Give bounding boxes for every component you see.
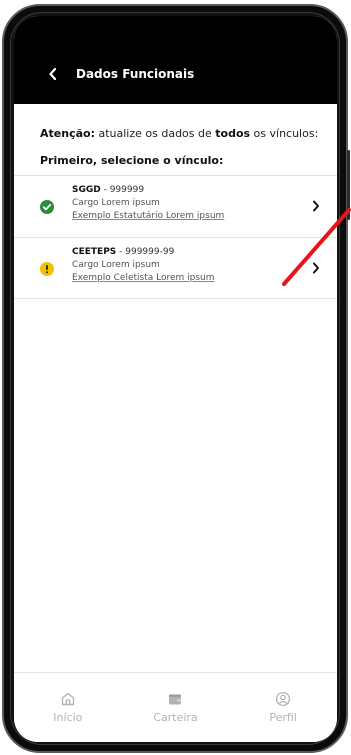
attention-emphasis: todos xyxy=(215,127,251,140)
wallet-icon xyxy=(169,694,182,705)
vinculo-cargo: Cargo Lorem ipsum xyxy=(72,260,160,270)
attention-message: Atenção: atualize os dados de todos os v… xyxy=(40,126,323,141)
vinculo-title: SGGD - 999999 xyxy=(72,184,224,197)
vinculo-item-sggd[interactable]: SGGD - 999999 Cargo Lorem ipsum Exemplo … xyxy=(14,175,337,237)
select-instruction: Primeiro, selecione o vínculo: xyxy=(40,154,224,167)
nav-item-inicio[interactable]: Início xyxy=(23,691,113,724)
warning-circle-icon xyxy=(40,262,54,276)
home-icon xyxy=(61,692,75,706)
bottom-navigation: Início Carteira Perfil xyxy=(14,672,337,742)
attention-text-2: os vínculos: xyxy=(250,127,319,140)
nav-label: Perfil xyxy=(269,711,297,724)
chevron-right-icon xyxy=(313,262,319,274)
attention-text-1: atualize os dados de xyxy=(94,127,216,140)
vinculo-info: CEETEPS - 999999-99 Cargo Lorem ipsum Ex… xyxy=(72,246,215,285)
vinculo-list: SGGD - 999999 Cargo Lorem ipsum Exemplo … xyxy=(14,175,337,299)
chevron-left-icon xyxy=(49,68,57,80)
vinculo-tipo: Exemplo Estatutário Lorem ipsum xyxy=(72,211,225,221)
intro-section: Atenção: atualize os dados de todos os v… xyxy=(40,126,323,167)
app-header: Dados Funcionais xyxy=(14,44,337,104)
vinculo-info: SGGD - 999999 Cargo Lorem ipsum Exemplo … xyxy=(72,184,224,223)
vinculo-org: SGGD xyxy=(72,185,101,195)
nav-label: Início xyxy=(53,711,83,724)
chevron-right-icon xyxy=(313,200,319,212)
vinculo-item-ceeteps[interactable]: CEETEPS - 999999-99 Cargo Lorem ipsum Ex… xyxy=(14,237,337,299)
vinculo-cargo: Cargo Lorem ipsum xyxy=(72,198,160,208)
nav-item-carteira[interactable]: Carteira xyxy=(130,691,220,724)
check-circle-icon xyxy=(40,200,54,214)
attention-label: Atenção: xyxy=(40,127,95,140)
nav-item-perfil[interactable]: Perfil xyxy=(238,691,328,724)
vinculo-code: - 999999 xyxy=(100,185,145,195)
nav-label: Carteira xyxy=(153,711,198,724)
app-screen: Dados Funcionais Atenção: atualize os da… xyxy=(14,16,337,742)
back-button[interactable] xyxy=(36,57,70,91)
page-title: Dados Funcionais xyxy=(76,67,195,81)
vinculo-tipo: Exemplo Celetista Lorem ipsum xyxy=(72,273,215,283)
vinculo-title: CEETEPS - 999999-99 xyxy=(72,246,215,259)
status-bar xyxy=(14,16,337,44)
vinculo-code: - 999999-99 xyxy=(116,247,175,257)
power-button xyxy=(347,150,350,220)
profile-icon xyxy=(276,691,291,707)
vinculo-org: CEETEPS xyxy=(72,247,117,257)
